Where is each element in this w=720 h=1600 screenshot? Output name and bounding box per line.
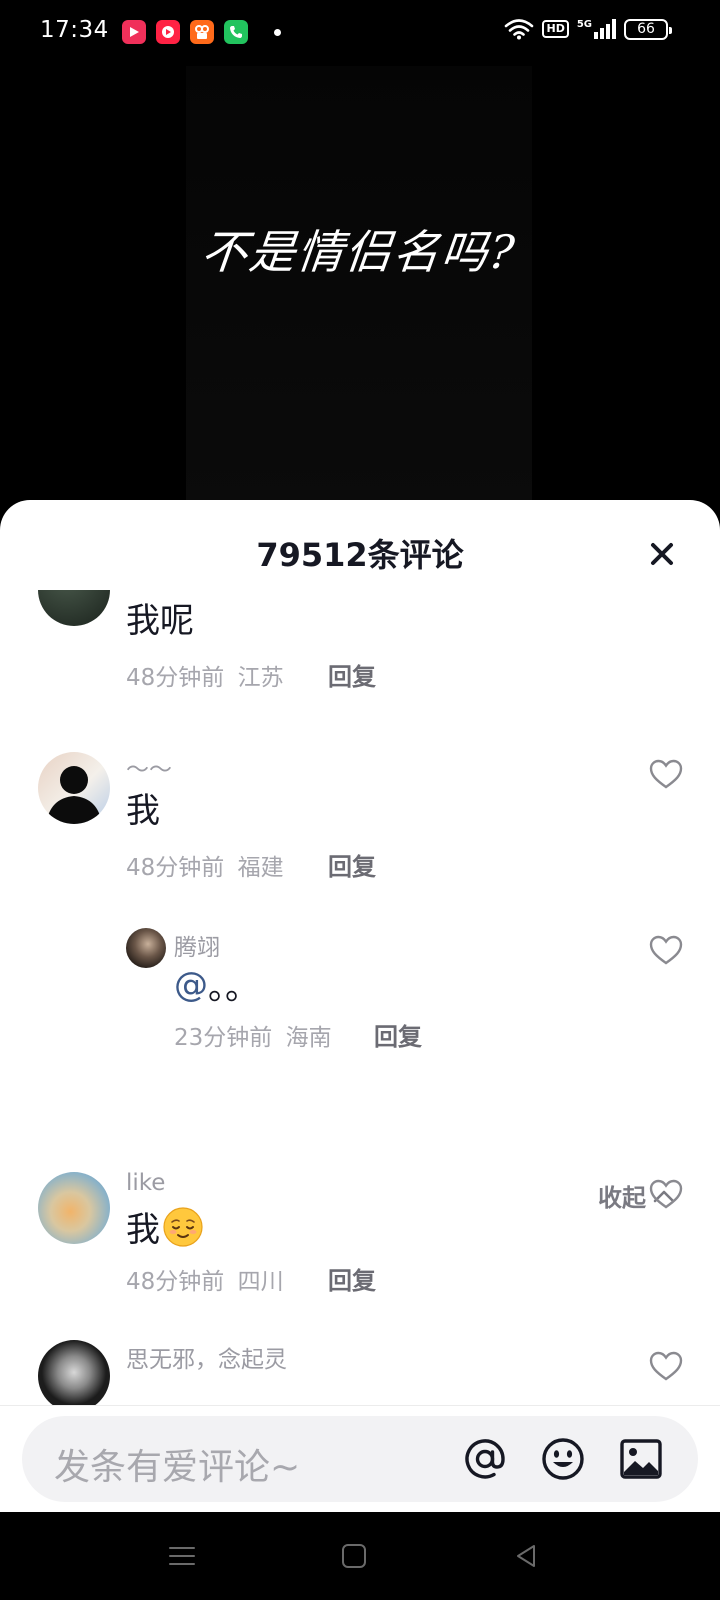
comment-username[interactable]: ～～ <box>126 750 172 784</box>
comment-username[interactable]: like <box>126 1170 165 1196</box>
heart-icon[interactable] <box>648 756 684 792</box>
comment-sheet: 79512条评论 我呢 48分钟前 江苏 回复 ～～ 我 48分钟前 福建 回复… <box>0 500 720 1512</box>
system-navigation-bar <box>0 1512 720 1600</box>
reply-location: 海南 <box>285 1025 332 1051</box>
avatar[interactable] <box>38 590 110 626</box>
comment-location: 江苏 <box>237 665 284 691</box>
home-icon[interactable] <box>338 1540 370 1572</box>
reply-username[interactable]: 腾翊 <box>174 928 220 962</box>
comment-username[interactable]: 思无邪，念起灵 <box>126 1340 287 1374</box>
hd-badge: HD <box>542 20 569 38</box>
comment-text: 我 <box>126 791 160 831</box>
video-caption: 不是情侣名吗? <box>198 225 519 279</box>
comment-text: 我 <box>126 1202 204 1251</box>
more-notifications-dot <box>274 29 281 36</box>
comment-meta: 48分钟前 福建 <box>126 848 284 882</box>
heart-icon[interactable] <box>648 1348 684 1384</box>
signal-icon: 5G <box>577 19 616 39</box>
video-app-icon <box>122 20 146 44</box>
comment-input-bar: 发条有爱评论~ <box>0 1405 720 1512</box>
video-player[interactable]: 不是情侣名吗? <box>0 66 720 506</box>
wifi-icon <box>505 19 534 40</box>
network-type: 5G <box>576 19 592 30</box>
avatar[interactable] <box>126 928 166 968</box>
image-icon[interactable] <box>618 1436 664 1482</box>
music-app-icon <box>156 20 180 44</box>
kuaishou-app-icon <box>190 20 214 44</box>
comment-input-placeholder: 发条有爱评论~ <box>54 1447 301 1488</box>
comment-body: 我 <box>126 1210 160 1250</box>
avatar[interactable] <box>38 1172 110 1244</box>
reply-time: 23分钟前 <box>174 1025 273 1051</box>
comment-meta: 48分钟前 江苏 <box>126 658 284 692</box>
mention-icon[interactable] <box>462 1436 508 1482</box>
reply-button[interactable]: 回复 <box>328 657 376 692</box>
reply-button[interactable]: 回复 <box>328 1261 376 1296</box>
notification-icons <box>122 20 248 44</box>
phone-app-icon <box>224 20 248 44</box>
reply-meta: 23分钟前 海南 <box>174 1018 332 1052</box>
heart-icon[interactable] <box>648 932 684 968</box>
status-indicators: HD 5G 66 <box>504 18 672 40</box>
mention-link[interactable]: @ <box>174 965 208 1005</box>
reply-body: 。。 <box>208 968 259 1008</box>
status-time: 17:34 <box>40 17 109 43</box>
collapse-label: 收起 <box>598 1184 646 1212</box>
comment-time: 48分钟前 <box>126 1269 225 1295</box>
comment-location: 福建 <box>237 855 284 881</box>
battery-icon: 66 <box>624 18 672 40</box>
close-icon[interactable] <box>646 538 678 570</box>
comment-meta: 48分钟前 四川 <box>126 1262 284 1296</box>
battery-level: 66 <box>637 21 655 37</box>
comment-list[interactable]: 我呢 48分钟前 江苏 回复 ～～ 我 48分钟前 福建 回复 腾翊 @ 。。 … <box>0 590 720 1405</box>
heart-icon[interactable] <box>648 1176 684 1212</box>
comment-sheet-header: 79512条评论 <box>0 500 720 596</box>
avatar[interactable] <box>38 752 110 824</box>
reply-button[interactable]: 回复 <box>328 847 376 882</box>
comment-time: 48分钟前 <box>126 665 225 691</box>
comment-text: 我呢 <box>126 601 194 641</box>
relieved-face-emoji-icon <box>163 1206 203 1247</box>
back-icon[interactable] <box>510 1540 542 1572</box>
comment-time: 48分钟前 <box>126 855 225 881</box>
reply-text: @。。 <box>174 960 259 1009</box>
comment-count-title: 79512条评论 <box>256 536 464 574</box>
status-bar: 17:34 HD 5G 66 <box>0 0 720 66</box>
menu-icon[interactable] <box>166 1540 198 1572</box>
video-frame <box>186 66 532 506</box>
reply-button[interactable]: 回复 <box>374 1017 422 1052</box>
emoji-icon[interactable] <box>540 1436 586 1482</box>
comment-input[interactable]: 发条有爱评论~ <box>22 1416 698 1502</box>
avatar[interactable] <box>38 1340 110 1405</box>
comment-location: 四川 <box>237 1269 284 1295</box>
